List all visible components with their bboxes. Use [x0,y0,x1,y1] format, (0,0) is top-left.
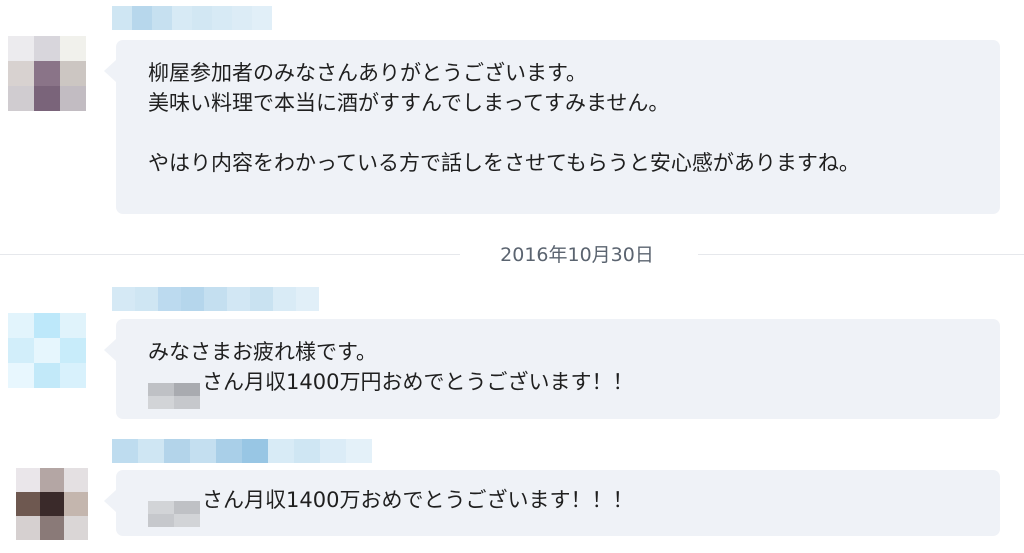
message-line: やはり内容をわかっている方で話しをさせてもらうと安心感がありますね。 [148,151,860,175]
avatar[interactable] [8,313,86,388]
date-label: 2016年10月30日 [500,244,654,266]
divider [698,254,1024,255]
message-text: さん月収1400万おめでとうございます！！！ [202,488,634,512]
redacted-name [148,383,200,409]
sender-name[interactable] [112,287,319,311]
message-line: 柳屋参加者のみなさんありがとうございます。 [148,61,587,85]
message-line: さん月収1400万おめでとうございます！！！ [148,485,970,527]
sender-name[interactable] [112,6,272,30]
message-line [148,118,970,148]
message-bubble: みなさまお疲れ様です。 さん月収1400万円おめでとうございます！！ [104,319,1000,419]
sender-name[interactable] [112,439,372,463]
redacted-name [148,501,200,527]
avatar[interactable] [16,468,88,540]
divider [0,254,460,255]
message-line: みなさまお疲れ様です。 [148,340,377,364]
chat-timeline[interactable]: 柳屋参加者のみなさんありがとうございます。 美味い料理で本当に酒がすすんでしまっ… [0,0,1024,553]
message-line: さん月収1400万円おめでとうございます！！ [148,367,970,409]
message-bubble: 柳屋参加者のみなさんありがとうございます。 美味い料理で本当に酒がすすんでしまっ… [104,40,1000,214]
message-line: 美味い料理で本当に酒がすすんでしまってすみません。 [148,91,670,115]
message-text: さん月収1400万円おめでとうございます！！ [202,370,634,394]
date-separator: 2016年10月30日 [0,240,1024,270]
message-bubble: さん月収1400万おめでとうございます！！！ [104,470,1000,536]
avatar[interactable] [8,36,86,111]
